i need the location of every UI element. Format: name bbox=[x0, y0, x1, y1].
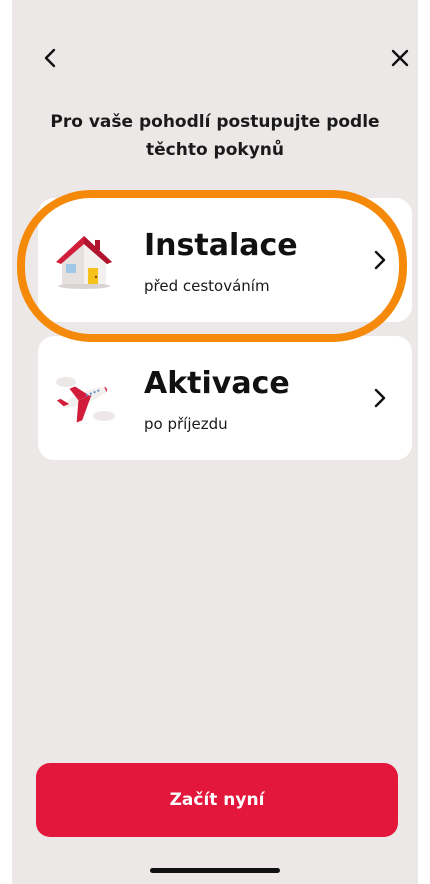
back-button[interactable] bbox=[32, 40, 68, 76]
option-card-install[interactable]: Instalace před cestováním bbox=[38, 198, 412, 322]
chevron-left-icon bbox=[44, 48, 56, 68]
chevron-right-icon bbox=[374, 250, 386, 270]
home-indicator bbox=[150, 868, 280, 873]
close-button[interactable] bbox=[382, 40, 418, 76]
option-title: Instalace bbox=[144, 228, 298, 263]
option-title: Aktivace bbox=[144, 366, 290, 401]
airplane-icon bbox=[56, 377, 115, 423]
option-subtitle: po příjezdu bbox=[144, 415, 228, 433]
close-icon bbox=[391, 49, 409, 67]
page-title: Pro vaše pohodlí postupujte podle těchto… bbox=[50, 112, 380, 160]
start-now-button[interactable]: Začít nyní bbox=[36, 763, 398, 837]
house-icon bbox=[56, 236, 112, 289]
option-card-activate[interactable]: Aktivace po příjezdu bbox=[38, 336, 412, 460]
option-subtitle: před cestováním bbox=[144, 277, 270, 295]
screen: Pro vaše pohodlí postupujte podle těchto… bbox=[12, 0, 418, 884]
chevron-right-icon bbox=[374, 388, 386, 408]
